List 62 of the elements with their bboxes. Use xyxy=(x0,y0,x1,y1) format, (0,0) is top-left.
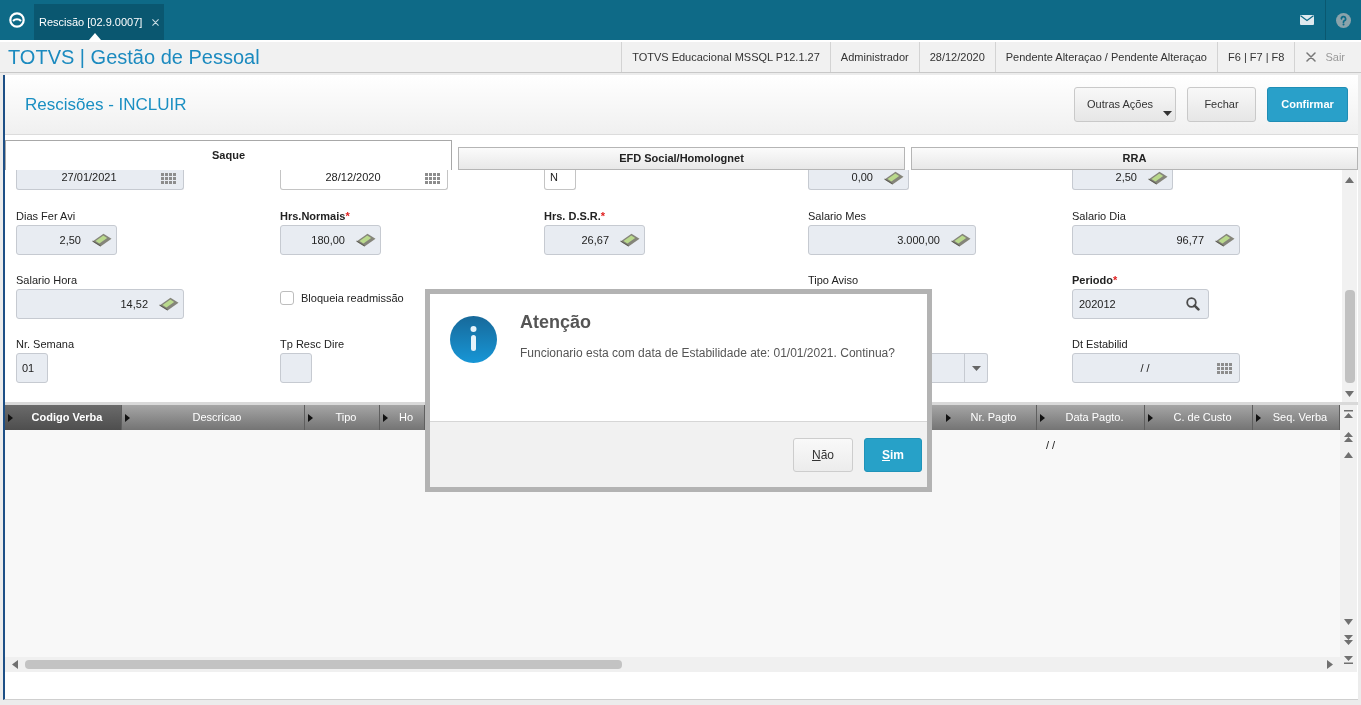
column-marker-icon xyxy=(1040,413,1045,422)
text-field[interactable]: N xyxy=(544,170,576,190)
column-marker-icon xyxy=(383,413,388,422)
down-arrow-icon[interactable] xyxy=(1344,619,1353,625)
column-marker-icon xyxy=(1148,413,1153,422)
up-arrow-icon[interactable] xyxy=(1345,177,1354,183)
field-label: Salario Hora xyxy=(16,273,78,288)
header-info-text: Administrador xyxy=(829,42,919,72)
field-label: Hrs. D.S.R.* xyxy=(544,209,606,224)
calendar-icon[interactable] xyxy=(425,173,440,184)
dialog-title: Atenção xyxy=(520,312,591,333)
header-info-text: F6 | F7 | F8 xyxy=(1217,42,1295,72)
column-marker-icon xyxy=(8,413,13,422)
scrollbar-thumb[interactable] xyxy=(1344,290,1355,383)
close-icon[interactable] xyxy=(152,18,160,26)
info-icon xyxy=(450,316,497,363)
column-marker-icon xyxy=(946,413,951,422)
bar-up-arrow-icon[interactable] xyxy=(1344,410,1353,418)
action-button[interactable]: Outras Ações xyxy=(1074,87,1176,122)
caret-icon xyxy=(971,365,981,371)
tab[interactable]: EFD Social/Homolognet xyxy=(458,147,905,170)
column-marker-icon xyxy=(308,413,313,422)
date-field[interactable]: 28/12/2020 xyxy=(280,170,448,190)
header-info-text: 28/12/2020 xyxy=(918,42,995,72)
app-title: TOTVS | Gestão de Pessoal xyxy=(8,45,260,69)
dialog-message: Funcionario esta com data de Estabilidade ate: 01/01/2021. Continua? xyxy=(520,346,895,360)
caret-icon xyxy=(1163,111,1172,116)
column-marker-icon xyxy=(1256,413,1261,422)
table-cell-text: / / xyxy=(1045,437,1057,453)
right-arrow-icon[interactable] xyxy=(1327,660,1333,669)
field-label: Periodo* xyxy=(1072,273,1118,288)
dialog-button[interactable]: Não xyxy=(793,437,853,472)
scrollbar-thumb[interactable] xyxy=(25,660,622,669)
action-button[interactable]: Fechar xyxy=(1187,87,1256,122)
close-icon xyxy=(1306,52,1317,62)
field-label: Dt Estabilid xyxy=(1072,337,1128,352)
column-header[interactable]: Codigo Verba xyxy=(5,405,122,430)
field-label: Salario Mes xyxy=(808,209,867,224)
up-arrow-icon[interactable] xyxy=(1344,452,1353,458)
header-info-text: TOTVS Educacional MSSQL P12.1.27 xyxy=(621,42,830,72)
left-arrow-icon[interactable] xyxy=(12,660,18,669)
header-info-text: Pendente Alteraçao / Pendente Alteraçao xyxy=(994,42,1217,72)
field-label: Hrs.Normais* xyxy=(280,209,350,224)
tab[interactable]: RRA xyxy=(911,147,1358,170)
bar-down-arrow-icon[interactable] xyxy=(1344,656,1353,664)
app-tab[interactable]: Rescisão [02.9.0007] xyxy=(34,4,165,40)
mail-icon[interactable] xyxy=(1300,15,1314,25)
field-label: Tp Resc Dire xyxy=(280,337,345,352)
down-arrow-icon[interactable] xyxy=(1345,391,1354,397)
checkbox-label: Bloqueia readmissão xyxy=(301,290,404,306)
tab[interactable]: Saque xyxy=(5,140,452,170)
field-label: Nr. Semana xyxy=(16,337,75,352)
column-marker-icon xyxy=(125,413,130,422)
field-label: Tipo Aviso xyxy=(808,273,859,288)
logo-icon xyxy=(9,12,25,28)
help-icon[interactable] xyxy=(1336,12,1351,28)
field-label: Salario Dia xyxy=(1072,209,1126,224)
field-label: Dias Fer Avi xyxy=(16,209,76,224)
page-title: Rescisões - INCLUIR xyxy=(24,93,187,116)
double-down-arrow-icon[interactable] xyxy=(1344,635,1353,645)
checkbox[interactable] xyxy=(280,291,294,305)
double-up-arrow-icon[interactable] xyxy=(1344,432,1353,442)
